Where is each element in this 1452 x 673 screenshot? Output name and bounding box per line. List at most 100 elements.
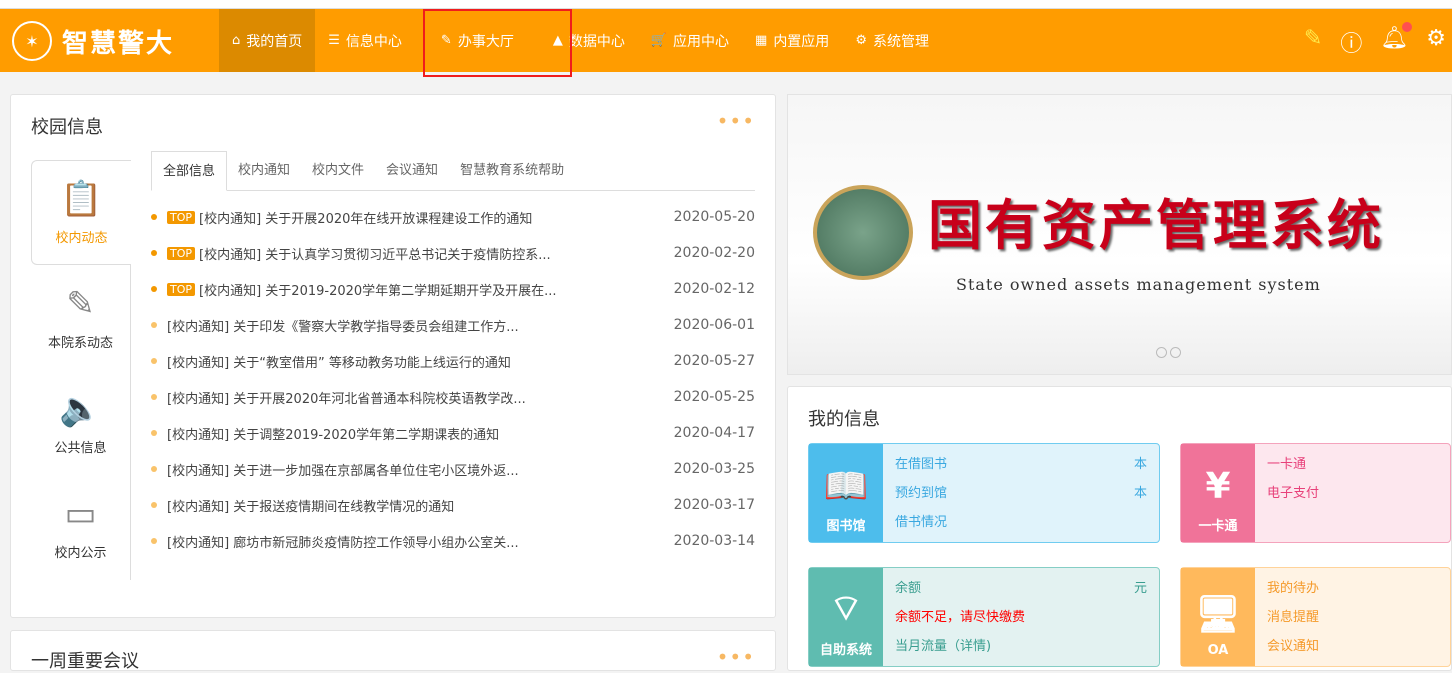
news-item[interactable]: TOP [校内通知] 关于开展2020年在线开放课程建设工作的通知 2020-05-… bbox=[151, 199, 755, 235]
card-line-label: 电子支付 bbox=[1267, 486, 1320, 501]
card-body: 一卡通 电子支付 bbox=[1255, 444, 1450, 542]
card-side: 🖥 OA bbox=[1181, 568, 1255, 666]
news-item[interactable]: [校内通知] 廊坊市新冠肺炎疫情防控工作领导小组办公室关... 2020-03-1… bbox=[151, 523, 755, 559]
card-body: 在借图书本预约到馆本借书情况 bbox=[883, 444, 1159, 542]
news-item[interactable]: [校内通知] 关于调整2019-2020学年第二学期课表的通知 2020-04-1… bbox=[151, 415, 755, 451]
nav-system-admin[interactable]: ⚙ 系统管理 bbox=[842, 9, 942, 72]
campus-card[interactable]: ¥ 一卡通 一卡通 电子支付 bbox=[1180, 443, 1451, 543]
card-line[interactable]: 会议通知 bbox=[1267, 635, 1438, 654]
board-icon: ▭ bbox=[64, 494, 97, 534]
news-title[interactable]: [校内通知] 关于印发《警察大学教学指导委员会组建工作方... bbox=[167, 316, 674, 335]
nav-label: 内置应用 bbox=[773, 33, 830, 50]
news-title[interactable]: [校内通知] 关于开展2020年在线开放课程建设工作的通知 bbox=[199, 208, 674, 227]
news-item[interactable]: TOP [校内通知] 关于2019-2020学年第二学期延期开学及开展在... 20… bbox=[151, 271, 755, 307]
oa-card[interactable]: 🖥 OA 我的待办消息提醒会议通知 bbox=[1180, 567, 1451, 667]
bullet-icon bbox=[151, 286, 157, 292]
news-title[interactable]: [校内通知] 关于报送疫情期间在线教学情况的通知 bbox=[167, 496, 674, 515]
more-icon[interactable]: ••• bbox=[717, 109, 755, 133]
news-title[interactable]: [校内通知] 关于调整2019-2020学年第二学期课表的通知 bbox=[167, 424, 674, 443]
campus-info-panel: 校园信息 ••• 📋 校内动态 ✎ 本院系动态 🔈 公共信息 ▭ 校内公示 全部信息 校… bbox=[10, 94, 776, 618]
logo-text: 智慧警大 bbox=[62, 28, 175, 59]
card-line[interactable]: 余额 元 bbox=[895, 577, 1147, 596]
news-item[interactable]: [校内通知] 关于印发《警察大学教学指导委员会组建工作方... 2020-06-0… bbox=[151, 307, 755, 343]
document-info-icon: 📋 bbox=[60, 179, 103, 219]
card-line[interactable]: 余额不足，请尽快缴费 bbox=[895, 606, 1147, 625]
card-name: 图书馆 bbox=[826, 519, 866, 534]
card-line[interactable]: 我的待办 bbox=[1267, 577, 1438, 596]
tab-label: 本院系动态 bbox=[47, 336, 113, 351]
settings-icon[interactable]: ⚙ bbox=[1426, 26, 1446, 58]
card-line-label: 我的待办 bbox=[1267, 581, 1320, 596]
logo[interactable]: ✶ 智慧警大 bbox=[12, 21, 174, 61]
news-title[interactable]: [校内通知] 关于开展2020年河北省普通本科院校英语教学改... bbox=[167, 388, 674, 407]
card-line-label: 余额不足，请尽快缴费 bbox=[895, 610, 1026, 625]
news-item[interactable]: [校内通知] 关于进一步加强在京部属各单位住宅小区境外返... 2020-03-2… bbox=[151, 451, 755, 487]
card-line-label: 预约到馆 bbox=[895, 486, 948, 501]
side-tab-dept-news[interactable]: ✎ 本院系动态 bbox=[31, 265, 131, 370]
news-item[interactable]: [校内通知] 关于“教室借用” 等移动教务功能上线运行的通知 2020-05-27 bbox=[151, 343, 755, 379]
card-line[interactable]: 在借图书 本 bbox=[895, 453, 1147, 472]
side-tab-campus-news[interactable]: 📋 校内动态 bbox=[31, 160, 131, 265]
card-line-label: 消息提醒 bbox=[1267, 610, 1320, 625]
card-line[interactable]: 一卡通 bbox=[1267, 453, 1438, 472]
card-side: ⌔ 自助系统 bbox=[809, 568, 883, 666]
news-title[interactable]: [校内通知] 关于2019-2020学年第二学期延期开学及开展在... bbox=[199, 280, 674, 299]
library-card[interactable]: 📖 图书馆 在借图书本预约到馆本借书情况 bbox=[808, 443, 1160, 543]
card-line-label: 在借图书 bbox=[895, 457, 948, 472]
self-service-card[interactable]: ⌔ 自助系统 余额 元余额不足，请尽快缴费当月流量（详情) bbox=[808, 567, 1160, 667]
card-side: 📖 图书馆 bbox=[809, 444, 883, 542]
tab-files[interactable]: 校内文件 bbox=[301, 151, 375, 190]
news-item[interactable]: TOP [校内通知] 关于认真学习贯彻习近平总书记关于疫情防控系... 2020-0… bbox=[151, 235, 755, 271]
window-top-strip bbox=[0, 0, 1452, 9]
card-line-label: 会议通知 bbox=[1267, 639, 1320, 654]
more-icon[interactable]: ••• bbox=[717, 645, 755, 669]
header-actions: ✎ ⓘ 🔔︎ ⚙ bbox=[1304, 22, 1446, 58]
side-tab-public-notice[interactable]: ▭ 校内公示 bbox=[31, 475, 131, 580]
cart-icon: 🛒 bbox=[650, 33, 668, 48]
bell-icon[interactable]: 🔔︎ bbox=[1380, 22, 1413, 58]
news-title[interactable]: [校内通知] 廊坊市新冠肺炎疫情防控工作领导小组办公室关... bbox=[167, 532, 674, 551]
nav-builtin-apps[interactable]: ▦ 内置应用 bbox=[742, 9, 842, 72]
news-list: TOP [校内通知] 关于开展2020年在线开放课程建设工作的通知 2020-05-… bbox=[151, 199, 755, 559]
news-item[interactable]: [校内通知] 关于报送疫情期间在线教学情况的通知 2020-03-17 bbox=[151, 487, 755, 523]
side-tab-public-info[interactable]: 🔈 公共信息 bbox=[31, 370, 131, 475]
banner-carousel[interactable]: 国有资产管理系统 State owned assets management s… bbox=[787, 94, 1452, 375]
card-line[interactable]: 当月流量（详情) bbox=[895, 635, 1147, 654]
news-item[interactable]: [校内通知] 关于开展2020年河北省普通本科院校英语教学改... 2020-05… bbox=[151, 379, 755, 415]
bullet-icon bbox=[151, 466, 157, 472]
card-line[interactable]: 预约到馆 本 bbox=[895, 482, 1147, 501]
carousel-dot[interactable] bbox=[1156, 347, 1167, 358]
news-tabs: 全部信息 校内通知 校内文件 会议通知 智慧教育系统帮助 bbox=[151, 151, 755, 191]
panel-title: 校园信息 bbox=[31, 117, 103, 138]
note-edit-icon[interactable]: ✎ bbox=[1304, 26, 1322, 58]
news-date: 2020-05-27 bbox=[673, 353, 755, 369]
nav-label: 系统管理 bbox=[872, 33, 929, 50]
tab-all[interactable]: 全部信息 bbox=[151, 151, 228, 191]
tab-label: 校内动态 bbox=[55, 231, 108, 246]
home-icon: ⌂ bbox=[232, 33, 241, 48]
card-line[interactable]: 消息提醒 bbox=[1267, 606, 1438, 625]
help-icon[interactable]: ⓘ bbox=[1340, 26, 1362, 58]
bullet-icon bbox=[151, 322, 157, 328]
panel-title: 我的信息 bbox=[808, 409, 880, 430]
carousel-dot[interactable] bbox=[1170, 347, 1181, 358]
tab-help[interactable]: 智慧教育系统帮助 bbox=[449, 151, 575, 190]
nav-home[interactable]: ⌂ 我的首页 bbox=[219, 9, 316, 72]
card-line[interactable]: 电子支付 bbox=[1267, 482, 1438, 501]
card-line[interactable]: 借书情况 bbox=[895, 511, 1147, 530]
emblem-icon: ✶ bbox=[12, 21, 52, 61]
tab-meetings[interactable]: 会议通知 bbox=[375, 151, 449, 190]
nav-app-center[interactable]: 🛒 应用中心 bbox=[638, 9, 742, 72]
news-title[interactable]: [校内通知] 关于进一步加强在京部属各单位住宅小区境外返... bbox=[167, 460, 674, 479]
news-title[interactable]: [校内通知] 关于“教室借用” 等移动教务功能上线运行的通知 bbox=[167, 352, 674, 371]
nav-info-center[interactable]: ☰ 信息中心 bbox=[315, 9, 415, 72]
card-line-label: 余额 bbox=[895, 581, 922, 596]
card-name: 自助系统 bbox=[819, 643, 872, 658]
speaker-icon: 🔈 bbox=[59, 389, 102, 429]
top-badge: TOP bbox=[167, 282, 196, 296]
news-title[interactable]: [校内通知] 关于认真学习贯彻习近平总书记关于疫情防控系... bbox=[199, 244, 674, 263]
top-badge: TOP bbox=[167, 246, 196, 260]
notification-dot bbox=[1402, 22, 1413, 32]
tab-notices[interactable]: 校内通知 bbox=[227, 151, 301, 190]
feather-icon: ✎ bbox=[66, 284, 95, 324]
